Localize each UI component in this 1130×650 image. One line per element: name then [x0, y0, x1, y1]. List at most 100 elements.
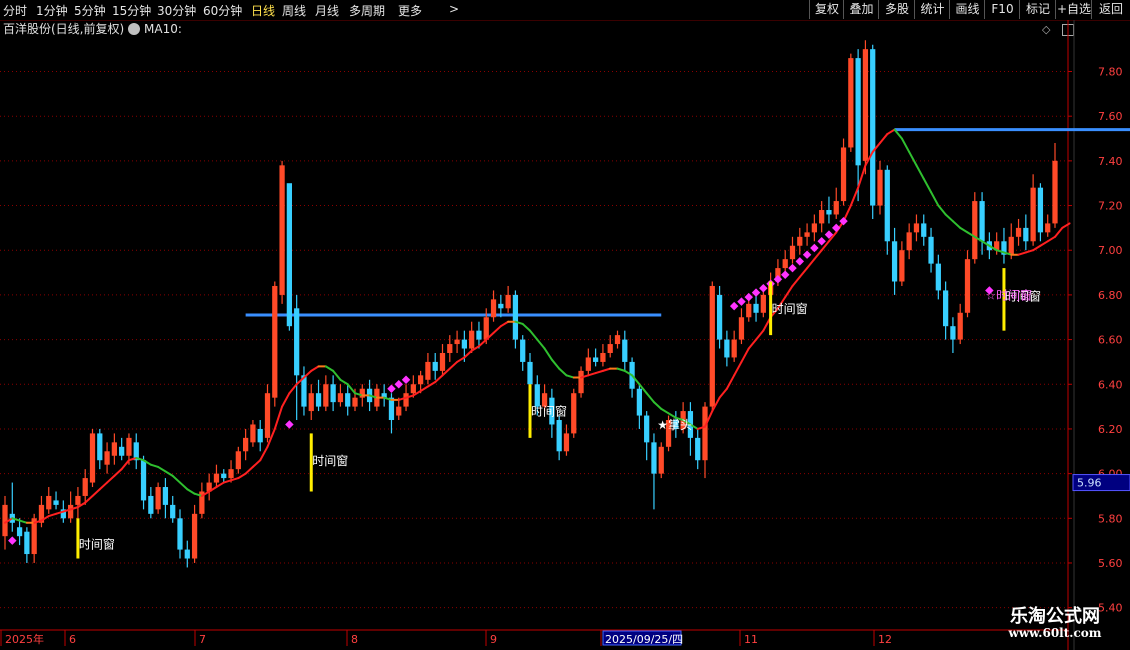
- candle-body: [527, 361, 533, 385]
- candle-body: [782, 259, 788, 269]
- candle-body: [308, 393, 314, 412]
- y-tick-label: 7.20: [1098, 200, 1123, 213]
- ma10-segment: [237, 472, 247, 480]
- candle-body: [16, 527, 23, 537]
- candle-body: [731, 339, 737, 358]
- candle-body: [294, 308, 300, 376]
- candle-body: [563, 433, 570, 452]
- candle-body: [556, 420, 562, 452]
- y-tick-label: 7.40: [1098, 155, 1123, 168]
- signal-dot: [401, 375, 411, 385]
- candle-body: [469, 330, 475, 349]
- candle-body: [104, 451, 110, 465]
- y-tick-label: 6.40: [1098, 378, 1123, 391]
- candle-body: [264, 393, 271, 438]
- y-tick-label: 7.00: [1098, 244, 1123, 257]
- candle-body: [148, 495, 154, 514]
- ma10-segment: [536, 338, 546, 350]
- ma10-segment: [302, 369, 313, 379]
- candle-body: [607, 344, 613, 353]
- x-tick-label: 12: [878, 633, 892, 646]
- candle-body: [972, 201, 978, 260]
- ma10-segment: [740, 347, 750, 363]
- candle-body: [46, 495, 52, 510]
- ma10-segment: [1054, 226, 1064, 238]
- ma10-segment: [120, 459, 130, 471]
- candle-body: [126, 437, 132, 456]
- candle-body: [789, 245, 796, 260]
- candle-body: [964, 259, 971, 313]
- candle-body: [899, 250, 905, 282]
- candle-body: [228, 469, 234, 479]
- ma10-segment: [230, 477, 240, 482]
- ma10-segment: [149, 463, 160, 468]
- candle-body: [323, 384, 329, 407]
- candle-body: [213, 473, 220, 483]
- candle-body: [928, 236, 934, 264]
- ma10-segment: [91, 488, 101, 497]
- signal-dot: [788, 263, 797, 273]
- ma10-segment: [179, 481, 189, 491]
- candle-body: [651, 442, 657, 474]
- candle-body: [622, 339, 628, 362]
- candle-body: [819, 210, 825, 224]
- signal-dot: [817, 237, 826, 246]
- ma10-segment: [857, 164, 867, 189]
- candle-body: [177, 518, 183, 550]
- y-tick-label: 7.80: [1098, 66, 1123, 79]
- candle-body: [184, 549, 190, 559]
- candle-body: [461, 339, 467, 349]
- ma10-segment: [18, 519, 28, 524]
- candle-body: [943, 290, 949, 327]
- candle-body: [403, 393, 409, 407]
- ma10-segment: [747, 338, 758, 350]
- ma10-segment: [725, 374, 736, 390]
- candle-body: [1023, 227, 1029, 242]
- ma10-segment: [434, 374, 444, 384]
- signal-dot: [737, 297, 746, 306]
- signal-dot: [802, 250, 812, 259]
- candle-body: [439, 352, 446, 371]
- candle-body: [738, 317, 745, 340]
- candle-body: [534, 384, 540, 407]
- ma10-segment: [1046, 235, 1056, 243]
- y-tick-label: 5.80: [1098, 512, 1123, 525]
- candle-body: [82, 478, 88, 496]
- ma10-segment: [222, 479, 233, 484]
- candle-body: [24, 531, 30, 555]
- ma10-segment: [922, 177, 933, 194]
- ma10-segment: [558, 367, 568, 377]
- candle-body: [891, 241, 898, 282]
- ma10-segment: [660, 407, 670, 415]
- ma10-segment: [426, 381, 437, 388]
- ma10-segment: [186, 488, 196, 495]
- x-tick-label: 9: [490, 633, 497, 646]
- ma10-segment: [339, 378, 349, 386]
- ma10-segment: [784, 284, 794, 299]
- candle-body: [345, 393, 351, 407]
- candle-body: [724, 339, 730, 358]
- x-tick-label: 7: [199, 633, 206, 646]
- ma10-segment: [171, 474, 181, 484]
- ma10-segment: [959, 226, 969, 234]
- ma10-segment: [419, 385, 429, 392]
- ma10-segment: [273, 405, 284, 430]
- candle-body: [921, 223, 927, 237]
- candle-body: [1008, 236, 1014, 255]
- candle-body: [804, 232, 810, 237]
- candle-body: [483, 317, 489, 340]
- ma10-segment: [908, 150, 918, 167]
- candle-body: [243, 437, 249, 452]
- candle-body: [644, 415, 650, 443]
- watermark-title: 乐淘公式网: [1010, 606, 1100, 627]
- ma10-segment: [84, 494, 94, 504]
- y-tick-label: 6.20: [1098, 423, 1123, 436]
- candle-body: [614, 335, 621, 345]
- ma10-segment: [616, 367, 626, 372]
- candle-body: [1037, 187, 1044, 233]
- candle-body: [250, 424, 256, 443]
- price-chart: 7.807.607.407.207.006.806.606.406.206.00…: [0, 20, 1130, 650]
- signal-dot: [810, 243, 819, 253]
- candle-body: [870, 49, 876, 206]
- candle-body: [272, 285, 278, 398]
